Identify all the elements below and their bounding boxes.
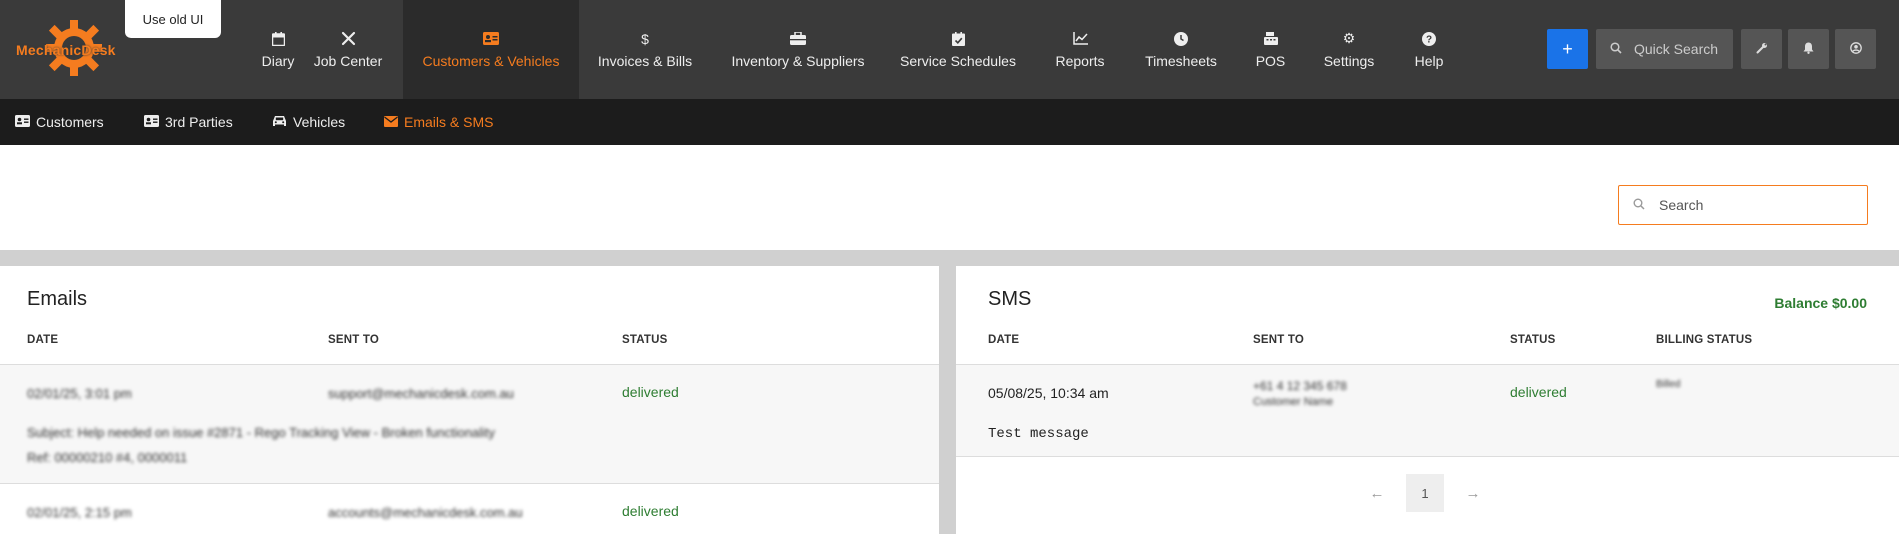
table-row[interactable]: 02/01/25, 2:15 pm accounts@mechanicdesk.… [0, 484, 939, 534]
search-bar-area [0, 145, 1899, 250]
sms-title: SMS [988, 288, 1032, 310]
calendar-icon [271, 31, 285, 47]
subnav-label: Emails & SMS [404, 114, 494, 130]
sms-billing-status: Billed [1656, 379, 1681, 390]
car-icon [272, 115, 287, 130]
envelope-icon [384, 115, 398, 130]
table-row[interactable]: 02/01/25, 3:01 pm support@mechanicdesk.c… [0, 365, 939, 483]
nav-label: Job Center [313, 52, 383, 69]
notifications-button[interactable] [1788, 29, 1829, 69]
logo-text: MechanicDesk [16, 42, 116, 58]
nav-service-schedules[interactable]: Service Schedules [893, 0, 1023, 99]
column-header-status: STATUS [1510, 334, 1556, 346]
nav-label: Settings [1323, 52, 1375, 69]
page-number-button[interactable]: 1 [1406, 474, 1444, 512]
sms-message: Test message [988, 426, 1089, 442]
chart-line-icon [1072, 31, 1088, 47]
nav-pos[interactable]: POS [1247, 0, 1294, 99]
gear-icon: ⚙ [1342, 30, 1356, 46]
column-header-date: DATE [988, 334, 1020, 346]
nav-timesheets[interactable]: Timesheets [1136, 0, 1226, 99]
nav-label: Inventory & Suppliers [731, 52, 865, 69]
sms-panel: SMS Balance $0.00 DATE SENT TO STATUS BI… [956, 266, 1899, 534]
email-status: delivered [622, 384, 679, 400]
nav-invoices-bills[interactable]: $ Invoices & Bills [588, 0, 702, 99]
svg-text:?: ? [1426, 34, 1432, 45]
divider [956, 456, 1899, 457]
nav-customers-vehicles[interactable]: Customers & Vehicles [403, 0, 579, 99]
sub-navbar: Customers 3rd Parties Vehicles Emails & … [0, 99, 1899, 145]
sms-sent-to-name: Customer Name [1253, 396, 1334, 408]
sms-status: delivered [1510, 384, 1567, 400]
sms-balance: Balance $0.00 [1774, 295, 1867, 311]
clock-icon [1174, 31, 1188, 47]
email-date: 02/01/25, 2:15 pm [27, 505, 132, 520]
nav-label: Service Schedules [900, 52, 1016, 69]
tools-icon [341, 31, 356, 47]
email-date: 02/01/25, 3:01 pm [27, 386, 132, 401]
nav-label: POS [1255, 52, 1286, 69]
emails-title: Emails [27, 288, 88, 310]
next-page-button[interactable]: → [1454, 474, 1492, 512]
nav-label: Customers & Vehicles [422, 52, 560, 69]
sms-sent-to-number: +61 4 12 345 678 [1253, 379, 1347, 393]
quick-search-button[interactable]: Quick Search [1596, 29, 1733, 69]
bell-icon [1803, 42, 1814, 57]
subnav-vehicles[interactable]: Vehicles [272, 99, 345, 145]
id-card-icon [483, 31, 499, 47]
nav-label: Timesheets [1145, 52, 1217, 69]
nav-label: Invoices & Bills [597, 52, 693, 69]
column-header-sent-to: SENT TO [328, 334, 380, 346]
column-header-date: DATE [27, 334, 59, 346]
user-circle-icon [1849, 41, 1862, 57]
account-button[interactable] [1835, 29, 1876, 69]
wrench-icon [1756, 42, 1768, 57]
subnav-label: Customers [36, 114, 104, 130]
use-old-ui-button[interactable]: Use old UI [125, 0, 221, 38]
column-header-sent-to: SENT TO [1253, 334, 1305, 346]
nav-reports[interactable]: Reports [1045, 0, 1115, 99]
email-status: delivered [622, 503, 679, 519]
calendar-check-icon [951, 31, 965, 47]
nav-label: Reports [1055, 52, 1105, 69]
email-subject: Subject: Help needed on issue #2871 - Re… [27, 425, 496, 440]
search-icon [1633, 198, 1645, 213]
top-navbar: MechanicDesk Use old UI Diary Job Center… [0, 0, 1899, 99]
search-input[interactable] [1659, 197, 1859, 213]
nav-label: Diary [261, 52, 295, 69]
nav-inventory-suppliers[interactable]: Inventory & Suppliers [725, 0, 871, 99]
search-icon [1610, 41, 1622, 57]
sms-date: 05/08/25, 10:34 am [988, 385, 1109, 401]
email-subject-ref: Ref: 00000210 #4, 0000011 [27, 450, 188, 465]
nav-job-center[interactable]: Job Center [304, 0, 392, 99]
subnav-emails-sms[interactable]: Emails & SMS [384, 99, 493, 145]
pagination: ← 1 → [1358, 474, 1492, 512]
emails-panel: Emails DATE SENT TO STATUS 02/01/25, 3:0… [0, 266, 939, 534]
email-sent-to: accounts@mechanicdesk.com.au [328, 505, 523, 520]
tools-button[interactable] [1741, 29, 1782, 69]
question-icon: ? [1422, 31, 1436, 47]
subnav-label: Vehicles [293, 114, 346, 130]
quick-add-button[interactable]: + [1547, 29, 1588, 69]
subnav-customers[interactable]: Customers [15, 99, 104, 145]
nav-settings[interactable]: ⚙ Settings [1316, 0, 1382, 99]
subnav-label: 3rd Parties [165, 114, 233, 130]
search-field[interactable] [1618, 185, 1868, 225]
mechanicdesk-logo[interactable]: MechanicDesk [16, 18, 128, 78]
id-card-icon [15, 114, 30, 130]
email-sent-to: support@mechanicdesk.com.au [328, 386, 514, 401]
toolbox-icon [790, 31, 806, 47]
prev-page-button[interactable]: ← [1358, 474, 1396, 512]
dollar-icon: $ [641, 30, 649, 47]
quick-search-label: Quick Search [1634, 41, 1719, 57]
id-card-icon [144, 114, 159, 130]
subnav-3rd-parties[interactable]: 3rd Parties [144, 99, 233, 145]
nav-label: Help [1414, 52, 1444, 69]
cash-register-icon [1263, 31, 1278, 47]
table-row[interactable]: 05/08/25, 10:34 am +61 4 12 345 678 Cust… [956, 365, 1899, 456]
column-header-billing-status: BILLING STATUS [1656, 334, 1753, 346]
column-header-status: STATUS [622, 334, 668, 346]
nav-help[interactable]: ? Help [1407, 0, 1451, 99]
